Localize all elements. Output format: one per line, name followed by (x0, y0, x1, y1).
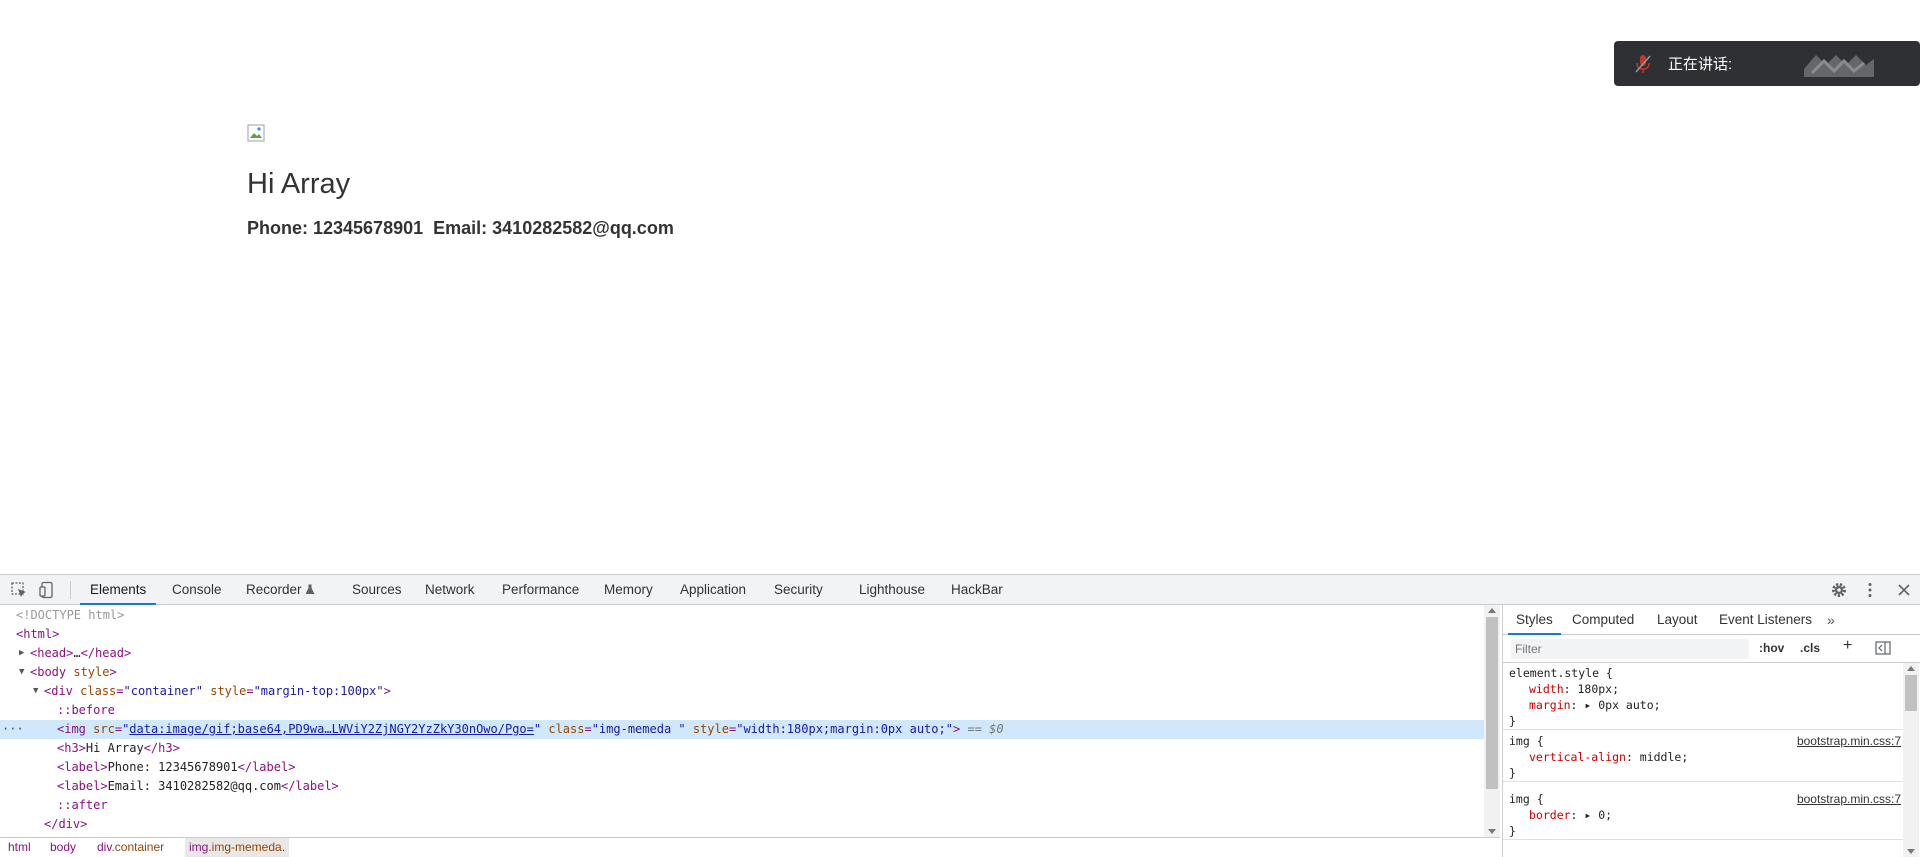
breadcrumb-div-container[interactable]: div.container (97, 838, 164, 857)
page-viewport: Hi Array Phone: 12345678901 Email: 34102… (0, 0, 1920, 574)
muted-mic-icon[interactable] (1634, 54, 1652, 74)
new-rule-icon[interactable]: + (1843, 637, 1852, 655)
tab-application[interactable]: Application (680, 575, 746, 605)
styles-filter-input[interactable] (1511, 639, 1749, 659)
more-options-icon[interactable] (1861, 581, 1879, 599)
dom-node-before[interactable]: ::before (0, 701, 1484, 720)
dom-node-doctype[interactable]: <!DOCTYPE html> (0, 606, 1484, 625)
scroll-up-icon[interactable] (1488, 608, 1496, 613)
css-prop-border[interactable]: border: ▸ 0; (1503, 807, 1903, 823)
tab-recorder[interactable]: Recorder (246, 575, 315, 605)
dom-node-label-email[interactable]: <label>Email: 3410282582@qq.com</label> (0, 777, 1484, 796)
more-tabs-icon[interactable]: » (1827, 605, 1835, 635)
dom-node-div-container[interactable]: ▼ <div class="container" style="margin-t… (0, 682, 1484, 701)
stylesheet-link[interactable]: bootstrap.min.css:7 (1797, 791, 1901, 807)
css-rule-img-2[interactable]: img {bootstrap.min.css:7 border: ▸ 0; } (1503, 791, 1903, 840)
dom-node-html[interactable]: <html> (0, 625, 1484, 644)
tab-network[interactable]: Network (425, 575, 475, 605)
email-label: Email: 3410282582@qq.com (433, 218, 674, 238)
tab-security[interactable]: Security (774, 575, 823, 605)
scroll-down-icon[interactable] (1488, 829, 1496, 834)
css-rule-img-1[interactable]: img {bootstrap.min.css:7 vertical-align:… (1503, 733, 1903, 782)
speaker-avatar-icon (1804, 55, 1874, 77)
broken-image-icon (247, 124, 265, 142)
tab-computed[interactable]: Computed (1572, 605, 1634, 635)
expand-triangle-icon[interactable]: ▶ (19, 644, 24, 663)
tab-console[interactable]: Console (172, 575, 222, 605)
css-rule-element-style[interactable]: element.style { width: 180px; margin: ▸ … (1503, 665, 1903, 730)
devtools-tabbar: Elements Console Recorder Sources Networ… (0, 575, 1920, 605)
css-prop-width[interactable]: width: 180px; (1503, 681, 1903, 697)
tab-elements[interactable]: Elements (79, 575, 157, 605)
styles-tabbar: Styles Computed Layout Event Listeners » (1503, 605, 1920, 635)
dom-node-div-close[interactable]: </div> (0, 815, 1484, 834)
breadcrumb-body[interactable]: body (50, 838, 76, 857)
dom-node-label-phone[interactable]: <label>Phone: 12345678901</label> (0, 758, 1484, 777)
tab-sources[interactable]: Sources (352, 575, 402, 605)
elements-tree[interactable]: <!DOCTYPE html> <html> ▶ <head>…</head> … (0, 605, 1486, 837)
close-icon[interactable] (1895, 581, 1913, 599)
dom-node-after[interactable]: ::after (0, 796, 1484, 815)
tab-layout[interactable]: Layout (1657, 605, 1698, 635)
cls-button[interactable]: .cls (1800, 641, 1820, 655)
toggle-sidebar-icon[interactable] (1875, 641, 1891, 655)
img-src-link[interactable]: data:image/gif;base64,PD9wa…LWViY2ZjNGY2… (129, 722, 534, 736)
css-prop-margin[interactable]: margin: ▸ 0px auto; (1503, 697, 1903, 713)
more-dots-icon[interactable]: ··· (2, 720, 24, 739)
stylesheet-link[interactable]: bootstrap.min.css:7 (1797, 733, 1901, 749)
css-prop-vertical-align[interactable]: vertical-align: middle; (1503, 749, 1903, 765)
dom-node-img-selected[interactable]: ··· <img src="data:image/gif;base64,PD9w… (0, 720, 1484, 739)
speaking-text: 正在讲话: (1668, 56, 1733, 73)
scroll-up-icon[interactable] (1907, 666, 1915, 671)
tab-hackbar[interactable]: HackBar (951, 575, 1003, 605)
phone-label: Phone: 12345678901 (247, 218, 424, 238)
contact-labels: Phone: 12345678901 Email: 3410282582@qq.… (247, 218, 679, 239)
tab-performance[interactable]: Performance (502, 575, 579, 605)
speaking-toast: 正在讲话: (1614, 41, 1920, 86)
breadcrumb-img[interactable]: img.img-memeda. (185, 838, 290, 857)
styles-scrollbar[interactable] (1903, 663, 1919, 857)
scrollbar-thumb[interactable] (1486, 617, 1498, 789)
inspect-element-icon[interactable] (10, 581, 28, 599)
breadcrumb-html[interactable]: html (8, 838, 31, 857)
devtools-panel: Elements Console Recorder Sources Networ… (0, 574, 1920, 857)
scrollbar-thumb[interactable] (1905, 675, 1917, 711)
tab-styles[interactable]: Styles (1508, 605, 1561, 635)
page-heading: Hi Array (247, 168, 351, 200)
toolbar-divider (70, 581, 71, 599)
dom-node-h3[interactable]: <h3>Hi Array</h3> (0, 739, 1484, 758)
collapse-triangle-icon[interactable]: ▼ (19, 663, 24, 682)
device-toolbar-icon[interactable] (39, 581, 57, 599)
gear-icon[interactable] (1830, 581, 1848, 599)
hov-button[interactable]: :hov (1759, 641, 1784, 655)
breadcrumb: html body div.container img.img-memeda. (0, 837, 1500, 857)
scroll-down-icon[interactable] (1907, 849, 1915, 854)
dom-node-head[interactable]: ▶ <head>…</head> (0, 644, 1484, 663)
styles-pane: Styles Computed Layout Event Listeners »… (1502, 605, 1920, 857)
dom-node-body[interactable]: ▼ <body style> (0, 663, 1484, 682)
tab-lighthouse[interactable]: Lighthouse (859, 575, 925, 605)
elements-scrollbar[interactable] (1484, 605, 1500, 837)
styles-filter-row: :hov .cls + (1503, 635, 1920, 663)
tab-event-listeners[interactable]: Event Listeners (1719, 605, 1812, 635)
tab-memory[interactable]: Memory (604, 575, 653, 605)
flask-icon (305, 584, 315, 594)
collapse-triangle-icon[interactable]: ▼ (33, 682, 38, 701)
